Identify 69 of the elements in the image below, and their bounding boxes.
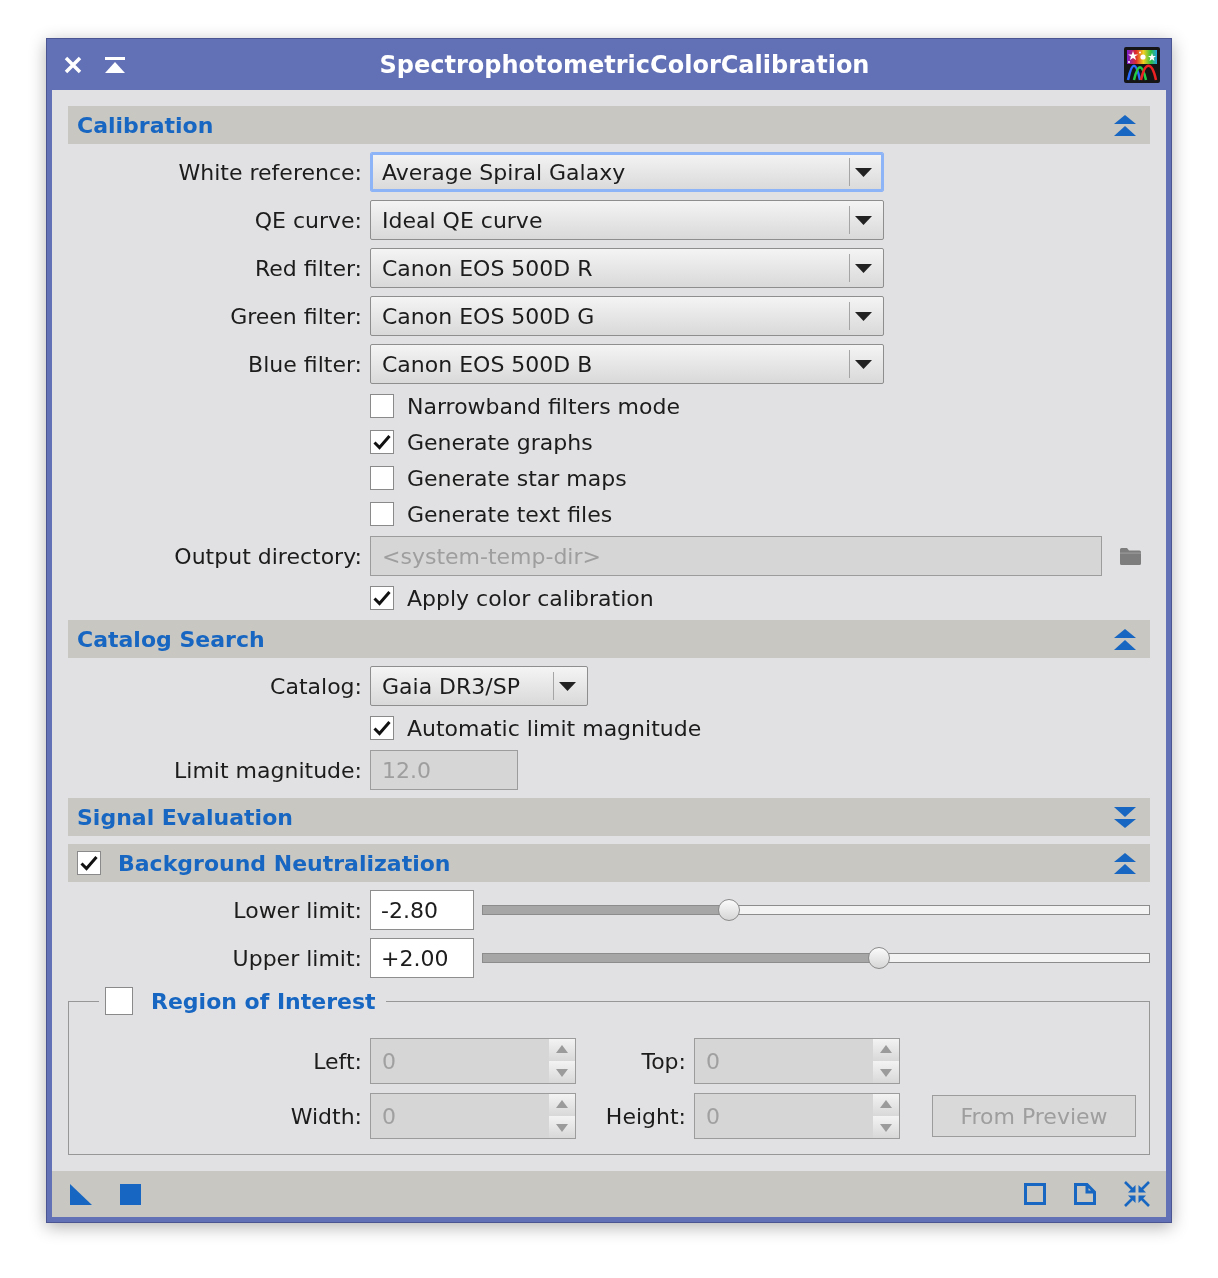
square-icon[interactable] — [120, 1183, 141, 1205]
field-label: Limit magnitude: — [174, 757, 362, 783]
checkbox[interactable] — [105, 987, 133, 1015]
caret-icon — [559, 681, 576, 691]
slider-handle[interactable] — [718, 899, 741, 921]
field-label: Height: — [605, 1103, 686, 1129]
caret-icon — [855, 167, 872, 177]
checkbox[interactable] — [370, 502, 394, 526]
field-label: Catalog: — [270, 673, 362, 699]
checkmark-icon — [373, 720, 391, 736]
dropdown[interactable]: Canon EOS 500D G — [370, 296, 884, 336]
field-label: Upper limit: — [232, 945, 362, 971]
window-title: SpectrophotometricColorCalibration — [379, 50, 870, 79]
slider-handle[interactable] — [867, 947, 890, 969]
triangle-icon[interactable] — [70, 1183, 92, 1205]
dropdown[interactable]: Canon EOS 500D R — [370, 248, 884, 288]
field-label: Width: — [290, 1103, 362, 1129]
field-label: Top: — [641, 1048, 686, 1074]
section-title: Calibration — [77, 112, 214, 138]
field-label: Output directory: — [174, 543, 362, 569]
checkmark-icon — [373, 590, 391, 606]
dropdown[interactable]: Gaia DR3/SP — [370, 666, 588, 706]
field-label: White reference: — [178, 159, 362, 185]
spectrum-curves-icon — [1124, 46, 1160, 83]
caret-icon — [855, 359, 872, 369]
caret-icon — [855, 215, 872, 225]
section-title: Signal Evaluation — [77, 804, 293, 830]
checkmark-icon — [373, 434, 391, 450]
double-triangle-up-icon[interactable] — [1114, 114, 1136, 136]
checkbox-label: Apply color calibration — [407, 585, 654, 611]
dropdown[interactable]: Average Spiral Galaxy — [370, 152, 884, 192]
bar-triangle-icon[interactable] — [105, 56, 125, 73]
caret-icon — [855, 263, 872, 273]
checkmark-icon — [80, 855, 98, 871]
slider[interactable] — [482, 947, 1150, 969]
square-outline-icon[interactable] — [1024, 1183, 1046, 1205]
double-triangle-up-icon[interactable] — [1114, 852, 1136, 874]
dropdown[interactable]: Canon EOS 500D B — [370, 344, 884, 384]
caret-icon — [855, 311, 872, 321]
section-title: Background Neutralization — [118, 850, 451, 876]
close-icon[interactable] — [64, 55, 82, 74]
slider[interactable] — [482, 899, 1150, 921]
group-title: Region of Interest — [151, 988, 376, 1014]
double-triangle-down-icon[interactable] — [1114, 806, 1136, 828]
checkbox-label: Generate graphs — [407, 429, 593, 455]
field-label: Blue filter: — [248, 351, 362, 377]
arrows-inward-icon[interactable] — [1124, 1181, 1150, 1207]
checkbox[interactable] — [370, 394, 394, 418]
double-triangle-up-icon[interactable] — [1114, 628, 1136, 650]
number-field[interactable]: +2.00 — [370, 938, 474, 978]
field-label: QE curve: — [254, 207, 362, 233]
checkbox-label: Generate text files — [407, 501, 613, 527]
folder-icon[interactable] — [1120, 547, 1141, 565]
field-label: Lower limit: — [233, 897, 362, 923]
document-icon[interactable] — [1074, 1183, 1096, 1205]
field-label: Left: — [313, 1048, 362, 1074]
checkbox[interactable] — [370, 586, 394, 610]
number-field[interactable]: -2.80 — [370, 890, 474, 930]
checkbox[interactable] — [77, 851, 101, 875]
checkbox-label: Generate star maps — [407, 465, 627, 491]
checkbox[interactable] — [370, 430, 394, 454]
checkbox[interactable] — [370, 716, 394, 740]
checkbox-label: Narrowband filters mode — [407, 393, 680, 419]
checkbox-label: Automatic limit magnitude — [407, 715, 702, 741]
checkbox[interactable] — [370, 466, 394, 490]
dropdown[interactable]: Ideal QE curve — [370, 200, 884, 240]
field-label: Green filter: — [230, 303, 362, 329]
field-label: Red filter: — [255, 255, 362, 281]
section-title: Catalog Search — [77, 626, 265, 652]
